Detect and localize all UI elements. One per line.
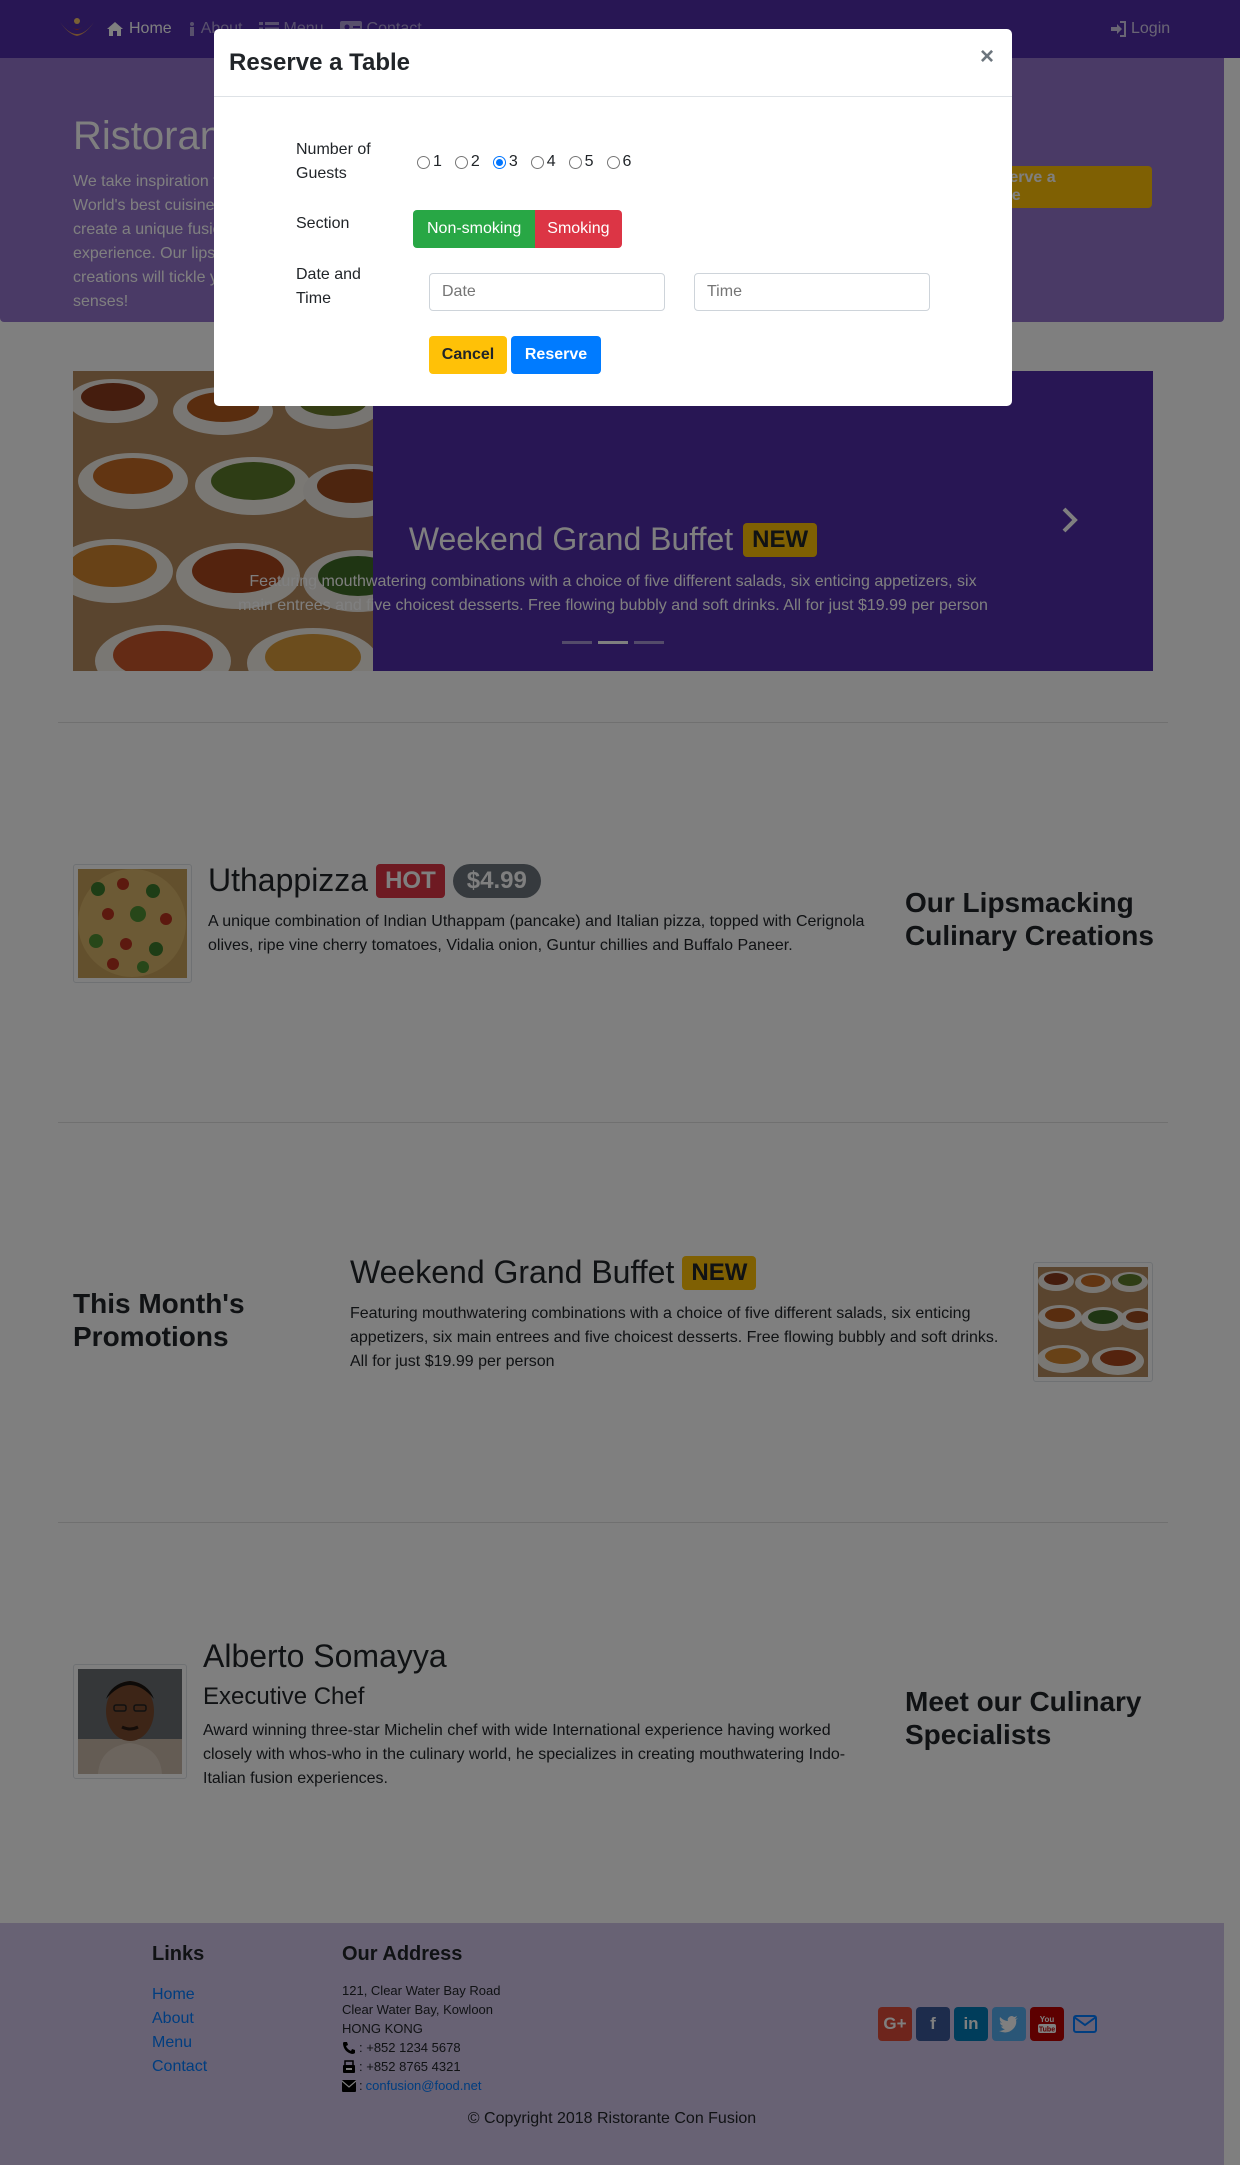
- modal-header: Reserve a Table ×: [214, 29, 1012, 97]
- radio-circle[interactable]: [417, 155, 430, 169]
- guests-radio-5[interactable]: 5: [568, 153, 594, 171]
- guests-radio-3[interactable]: 3: [492, 153, 518, 171]
- guests-radio-group: 1 2 3 4 5 6: [417, 153, 631, 171]
- radio-circle[interactable]: [568, 155, 582, 169]
- guests-radio-4[interactable]: 4: [530, 153, 556, 171]
- reserve-modal: Reserve a Table × Number of Guests 1 2 3…: [214, 29, 1012, 406]
- radio-label: 1: [433, 153, 442, 170]
- radio-circle[interactable]: [606, 155, 620, 169]
- radio-label: 4: [546, 153, 556, 170]
- guests-label: Number of Guests: [296, 141, 371, 182]
- non-smoking-button[interactable]: Non-smoking: [413, 210, 536, 248]
- time-input[interactable]: [694, 273, 930, 311]
- cancel-button[interactable]: Cancel: [429, 336, 507, 374]
- section-toggle: Non-smoking Smoking: [413, 210, 622, 248]
- guests-radio-1[interactable]: 1: [417, 153, 442, 171]
- guests-radio-6[interactable]: 6: [606, 153, 632, 171]
- radio-circle[interactable]: [454, 155, 468, 169]
- close-button[interactable]: ×: [980, 43, 994, 71]
- modal-title: Reserve a Table: [229, 49, 410, 76]
- radio-circle[interactable]: [530, 155, 544, 169]
- section-label: Section: [296, 215, 350, 232]
- smoking-button[interactable]: Smoking: [535, 210, 622, 248]
- radio-label: 6: [622, 153, 632, 170]
- date-input[interactable]: [429, 273, 665, 311]
- radio-label: 5: [584, 153, 594, 170]
- reserve-button[interactable]: Reserve: [511, 336, 601, 374]
- guests-radio-2[interactable]: 2: [454, 153, 480, 171]
- radio-circle-checked[interactable]: [492, 155, 506, 169]
- radio-label: 2: [470, 153, 480, 170]
- datetime-label: Date and Time: [296, 266, 361, 307]
- radio-label: 3: [508, 153, 518, 170]
